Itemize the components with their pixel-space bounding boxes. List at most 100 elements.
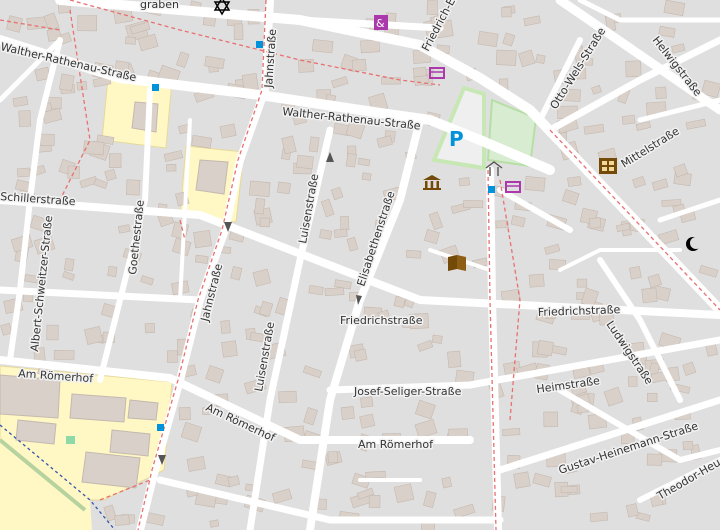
bus-stop-icon <box>256 41 263 48</box>
building <box>393 483 415 504</box>
building <box>641 287 658 304</box>
building <box>311 39 334 54</box>
building <box>357 157 371 167</box>
building <box>308 136 320 153</box>
building <box>53 349 75 360</box>
building <box>361 172 372 181</box>
building <box>84 326 104 345</box>
building <box>518 49 536 68</box>
street-label-friedrich-west: Friedrichstraße <box>340 314 423 327</box>
building <box>58 73 75 92</box>
building <box>544 243 561 255</box>
bus-stop-icon <box>488 186 495 193</box>
street-label-roemerhof-east: Am Römerhof <box>358 438 434 451</box>
building <box>103 504 117 522</box>
building <box>67 165 81 179</box>
museum-icon <box>423 175 441 190</box>
building <box>561 189 580 206</box>
building <box>685 118 707 130</box>
building <box>278 390 297 404</box>
building <box>346 236 359 252</box>
building <box>330 186 344 201</box>
building <box>39 133 55 146</box>
building <box>647 273 662 288</box>
building <box>513 471 531 489</box>
building <box>376 135 393 148</box>
building <box>125 179 141 196</box>
building <box>0 322 13 336</box>
building <box>77 15 98 32</box>
building <box>233 23 244 40</box>
building <box>463 200 484 209</box>
building <box>163 150 184 163</box>
building <box>320 198 335 218</box>
building <box>340 215 350 231</box>
park-swatch <box>66 436 75 444</box>
building <box>502 32 516 47</box>
building <box>646 453 663 466</box>
building <box>682 361 697 376</box>
building <box>632 176 646 189</box>
building <box>331 76 349 89</box>
building <box>543 411 559 428</box>
building <box>259 217 270 228</box>
building <box>583 123 605 135</box>
building <box>536 339 554 357</box>
building <box>219 123 237 139</box>
parking-icon: P <box>449 127 464 151</box>
building <box>591 84 602 95</box>
building <box>302 365 322 379</box>
building <box>535 54 546 64</box>
map-canvas[interactable]: graben Walther-Rathenau-Straße Walther-R… <box>0 0 720 530</box>
building <box>441 476 453 489</box>
building <box>277 181 291 195</box>
street-label-jahn-north: Jahnstraße <box>262 28 279 89</box>
building <box>125 36 137 45</box>
building <box>621 114 636 125</box>
building <box>365 470 386 479</box>
building <box>340 406 355 420</box>
building <box>345 152 357 168</box>
building <box>351 58 367 72</box>
building <box>176 51 190 68</box>
building <box>567 176 582 187</box>
building <box>140 275 155 286</box>
building <box>16 167 31 178</box>
building <box>298 58 315 73</box>
building <box>359 413 376 429</box>
building <box>405 249 422 259</box>
building <box>46 324 59 341</box>
building <box>63 257 75 272</box>
building <box>502 427 521 437</box>
map-view[interactable]: graben Walther-Rathenau-Straße Walther-R… <box>0 0 720 530</box>
building <box>588 217 602 229</box>
building <box>178 406 191 421</box>
building <box>296 154 314 170</box>
building <box>18 110 32 127</box>
building <box>191 134 213 149</box>
building <box>62 270 76 281</box>
bus-stop-icon <box>157 424 164 431</box>
building <box>447 350 462 368</box>
building <box>167 350 178 363</box>
building <box>458 177 471 187</box>
building <box>252 268 272 287</box>
building <box>532 472 552 488</box>
building <box>114 514 130 526</box>
building <box>109 153 122 168</box>
building <box>589 511 609 523</box>
building <box>166 163 177 172</box>
building <box>93 178 108 189</box>
building <box>271 488 293 504</box>
building <box>258 300 274 318</box>
building <box>204 55 225 70</box>
building <box>655 86 667 99</box>
building <box>205 365 225 384</box>
building <box>414 399 436 420</box>
building <box>308 284 324 296</box>
building <box>448 428 468 438</box>
building <box>319 228 333 240</box>
bus-stop-icon <box>152 84 159 91</box>
building <box>414 418 438 439</box>
street-label-schiller: Schillerstraße <box>0 190 76 208</box>
